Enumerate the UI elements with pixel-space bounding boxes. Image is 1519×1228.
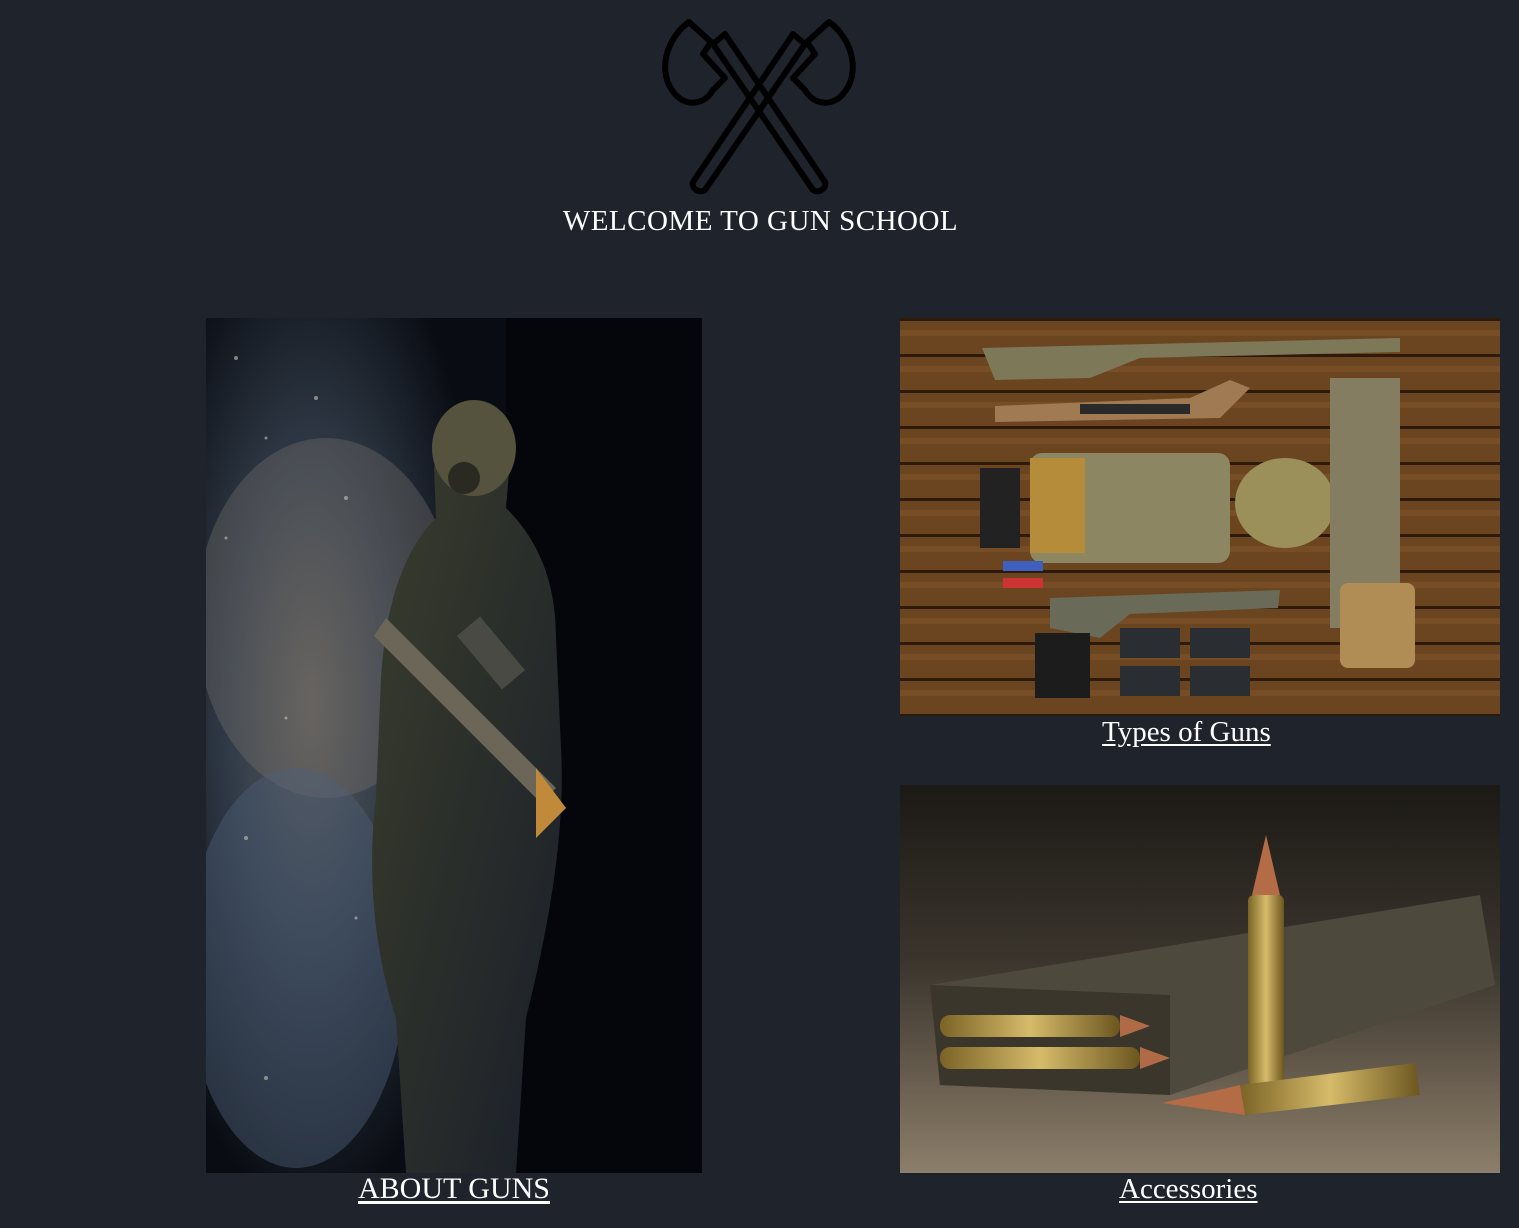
types-of-guns-image[interactable] [900, 318, 1500, 716]
page: WELCOME TO GUN SCHOOL ABOUT GUNS Types o… [0, 0, 1519, 1228]
types-of-guns-link[interactable]: Types of Guns [1102, 716, 1271, 749]
about-guns-link[interactable]: ABOUT GUNS [358, 1172, 550, 1206]
page-title: WELCOME TO GUN SCHOOL [562, 205, 959, 237]
crossed-axes-icon [655, 14, 863, 196]
accessories-link[interactable]: Accessories [1119, 1173, 1258, 1206]
about-guns-image[interactable] [206, 318, 702, 1173]
accessories-image[interactable] [900, 785, 1500, 1173]
